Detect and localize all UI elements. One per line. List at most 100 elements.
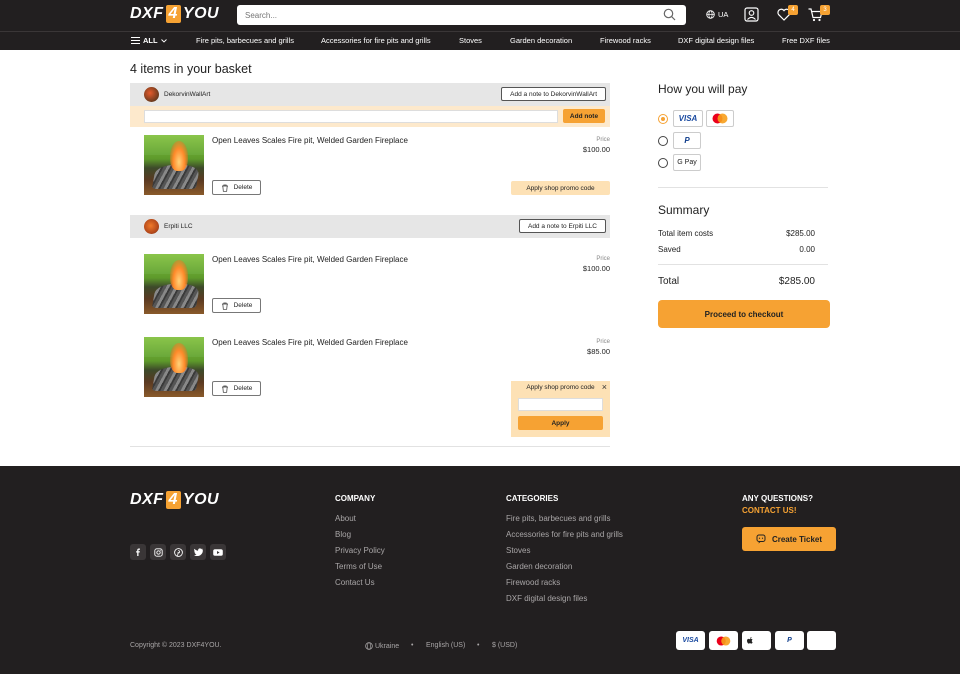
delete-item-button[interactable]: Delete: [212, 298, 261, 313]
account-button[interactable]: [744, 7, 759, 22]
currency-selector[interactable]: $ (USD): [492, 642, 517, 649]
summary-total-row: Total $285.00: [658, 276, 815, 287]
total-value: $285.00: [778, 276, 815, 287]
shop-avatar[interactable]: [144, 219, 159, 234]
user-icon: [744, 7, 759, 22]
chat-icon: [756, 534, 766, 544]
footer-category-firewood[interactable]: Firewood racks: [506, 578, 560, 587]
nav-item-garden-decoration[interactable]: Garden decoration: [510, 36, 572, 45]
price-label: Price: [596, 137, 610, 143]
footer-logo[interactable]: DXF 4 YOU: [130, 491, 219, 509]
payment-radio-card[interactable]: [658, 114, 668, 124]
footer-category-dxf[interactable]: DXF digital design files: [506, 594, 587, 603]
nav-all-label: ALL: [143, 36, 158, 45]
payment-radio-gpay[interactable]: [658, 158, 668, 168]
apple-icon: [746, 637, 753, 644]
payment-title: How you will pay: [658, 82, 748, 96]
footer-link-contact[interactable]: Contact Us: [335, 578, 375, 587]
pinterest-icon[interactable]: [170, 544, 186, 560]
language-selector[interactable]: UA: [706, 10, 728, 19]
logo-text-left: DXF: [130, 491, 164, 508]
search-input[interactable]: [245, 10, 645, 20]
globe-icon: [706, 10, 715, 19]
promo-code-label: Apply shop promo code: [526, 384, 595, 391]
search-bar: [237, 5, 686, 25]
logo-text-num: 4: [165, 5, 181, 23]
language-selector-footer[interactable]: English (US): [426, 642, 465, 649]
trash-icon: [221, 184, 228, 192]
product-thumbnail[interactable]: [144, 135, 204, 195]
close-icon[interactable]: ×: [602, 382, 607, 392]
add-note-to-shop-button[interactable]: Add a note to DekorvinWallArt: [501, 87, 606, 101]
apply-promo-code-button[interactable]: Apply shop promo code: [511, 181, 610, 195]
footer-category-stoves[interactable]: Stoves: [506, 546, 530, 555]
hamburger-icon: [131, 37, 140, 44]
copyright: Copyright © 2023 DXF4YOU.: [130, 642, 222, 649]
footer-category-accessories[interactable]: Accessories for fire pits and grills: [506, 530, 623, 539]
promo-code-input[interactable]: [518, 398, 603, 411]
add-note-to-shop-button[interactable]: Add a note to Erpiti LLC: [518, 219, 606, 233]
add-note-button[interactable]: Add note: [563, 109, 605, 123]
nav-item-dxf-files[interactable]: DXF digital design files: [678, 36, 754, 45]
questions-heading: ANY QUESTIONS?: [742, 494, 813, 503]
summary-saved-row: Saved 0.00: [658, 245, 815, 254]
contact-us-link[interactable]: CONTACT US!: [742, 506, 797, 515]
footer-applepay-logo: Pay: [742, 631, 771, 650]
footer-visa-logo: VISA: [676, 631, 705, 650]
shop-note-input[interactable]: [144, 110, 558, 123]
price-label: Price: [596, 256, 610, 262]
delete-label: Delete: [233, 184, 253, 191]
nav-item-free-dxf[interactable]: Free DXF files: [782, 36, 830, 45]
footer-link-blog[interactable]: Blog: [335, 530, 351, 539]
product-title[interactable]: Open Leaves Scales Fire pit, Welded Gard…: [212, 136, 408, 145]
saved-value: 0.00: [799, 245, 815, 254]
logo-text-num: 4: [165, 491, 181, 509]
globe-icon: [365, 642, 373, 650]
shop-name[interactable]: Erpiti LLC: [164, 223, 193, 230]
proceed-to-checkout-button[interactable]: Proceed to checkout: [658, 300, 830, 328]
categories-heading: CATEGORIES: [506, 494, 559, 503]
nav-item-firewood-racks[interactable]: Firewood racks: [600, 36, 651, 45]
product-thumbnail[interactable]: [144, 337, 204, 397]
search-icon[interactable]: [663, 8, 676, 21]
payment-radio-paypal[interactable]: [658, 136, 668, 146]
nav-item-stoves[interactable]: Stoves: [459, 36, 482, 45]
nav-item-accessories[interactable]: Accessories for fire pits and grills: [321, 36, 431, 45]
footer-link-about[interactable]: About: [335, 514, 356, 523]
shop-header-erpiti: Erpiti LLC Add a note to Erpiti LLC: [130, 215, 610, 238]
twitter-icon[interactable]: [190, 544, 206, 560]
shop-avatar[interactable]: [144, 87, 159, 102]
footer-category-garden[interactable]: Garden decoration: [506, 562, 572, 571]
instagram-icon[interactable]: [150, 544, 166, 560]
footer-visa-label: VISA: [682, 637, 699, 644]
apply-promo-button[interactable]: Apply: [518, 416, 603, 430]
youtube-icon[interactable]: [210, 544, 226, 560]
product-title[interactable]: Open Leaves Scales Fire pit, Welded Gard…: [212, 255, 408, 264]
footer-link-privacy[interactable]: Privacy Policy: [335, 546, 385, 555]
basket-title: 4 items in your basket: [130, 62, 252, 76]
nav-all-menu[interactable]: ALL: [131, 36, 167, 45]
summary-item-costs-row: Total item costs $285.00: [658, 229, 815, 238]
create-ticket-button[interactable]: Create Ticket: [742, 527, 836, 551]
delete-item-button[interactable]: Delete: [212, 381, 261, 396]
logo-text-right: YOU: [182, 491, 220, 508]
nav-item-fire-pits[interactable]: Fire pits, barbecues and grills: [196, 36, 294, 45]
mastercard-logo: [706, 110, 734, 127]
region-selector[interactable]: Ukraine: [365, 642, 399, 650]
total-label: Total: [658, 276, 680, 287]
shop-name[interactable]: DekorvinWallArt: [164, 91, 210, 98]
gpay-label: G Pay: [677, 159, 697, 166]
shop-header-dekorvin: DekorvinWallArt Add a note to DekorvinWa…: [130, 83, 610, 106]
price-value: $85.00: [587, 347, 610, 356]
footer-link-terms[interactable]: Terms of Use: [335, 562, 382, 571]
delete-item-button[interactable]: Delete: [212, 180, 261, 195]
facebook-icon[interactable]: [130, 544, 146, 560]
promo-code-panel: Apply shop promo code × Apply: [511, 381, 610, 437]
product-thumbnail[interactable]: [144, 254, 204, 314]
logo[interactable]: DXF 4 YOU: [130, 5, 219, 23]
top-header: DXF4YOU UA 4 3: [0, 0, 960, 31]
footer-category-fire-pits[interactable]: Fire pits, barbecues and grills: [506, 514, 611, 523]
footer-paypal-logo: P: [775, 631, 804, 650]
product-title[interactable]: Open Leaves Scales Fire pit, Welded Gard…: [212, 338, 408, 347]
language-label: UA: [718, 10, 729, 19]
